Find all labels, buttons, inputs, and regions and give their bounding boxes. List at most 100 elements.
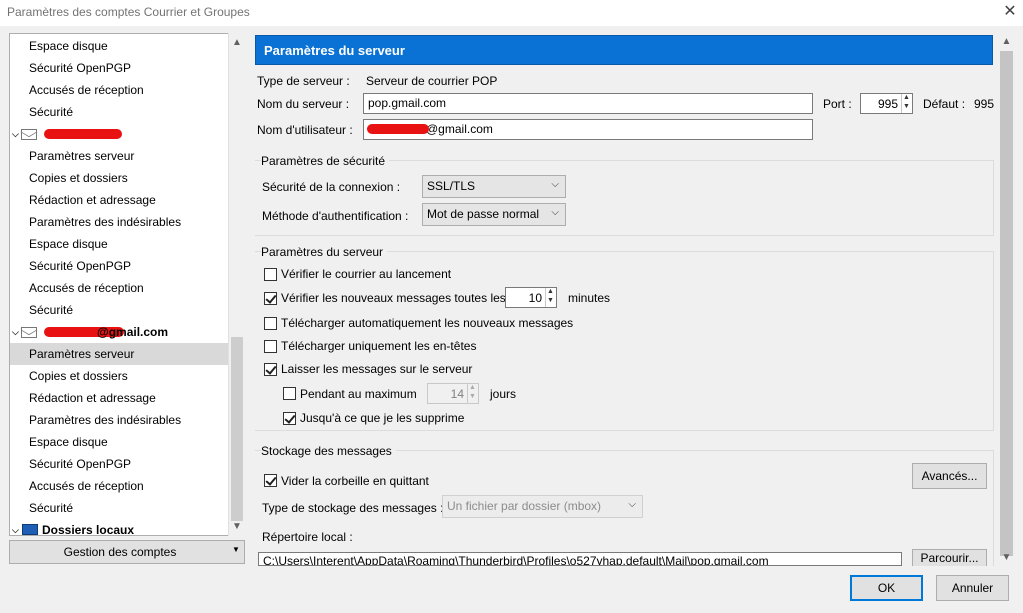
- tree-item[interactable]: Sécurité OpenPGP: [10, 453, 229, 475]
- redaction-mark: [44, 129, 122, 139]
- scroll-thumb[interactable]: [1000, 51, 1013, 556]
- connection-security-select[interactable]: SSL/TLS ⌵: [422, 175, 566, 198]
- chevron-down-icon: ⌵: [628, 499, 636, 510]
- tree-item[interactable]: Accusés de réception: [10, 475, 229, 497]
- username-value: @gmail.com: [426, 122, 493, 136]
- default-port-label: Défaut :: [923, 97, 966, 111]
- auto-download-checkbox[interactable]: [264, 317, 277, 330]
- tree-item[interactable]: Sécurité: [10, 299, 229, 321]
- manage-accounts-label: Gestion des comptes: [63, 545, 177, 559]
- tree-scrollbar[interactable]: ▲ ▼: [228, 33, 245, 536]
- storage-type-label: Type de stockage des messages :: [262, 501, 444, 515]
- tree-item[interactable]: Paramètres des indésirables: [10, 211, 229, 233]
- local-dir-label: Répertoire local :: [262, 530, 353, 544]
- tree-item[interactable]: Copies et dossiers: [10, 167, 229, 189]
- auto-download-label[interactable]: Télécharger automatiquement les nouveaux…: [281, 316, 573, 330]
- tree-item[interactable]: Accusés de réception: [10, 79, 229, 101]
- scroll-up-arrow-icon[interactable]: ▲: [229, 34, 245, 51]
- storage-type-value: Un fichier par dossier (mbox): [447, 499, 602, 513]
- scroll-up-arrow-icon[interactable]: ▲: [998, 33, 1015, 50]
- tree-item[interactable]: Sécurité: [10, 497, 229, 519]
- tree-item[interactable]: Paramètres serveur: [10, 145, 229, 167]
- tree-item[interactable]: Paramètres des indésirables: [10, 409, 229, 431]
- headers-only-label[interactable]: Télécharger uniquement les en-têtes: [281, 339, 476, 353]
- tree-item[interactable]: Sécurité OpenPGP: [10, 57, 229, 79]
- browse-button[interactable]: Parcourir...: [912, 549, 987, 566]
- username-field[interactable]: @gmail.com: [363, 119, 813, 140]
- max-days-label[interactable]: Pendant au maximum: [300, 387, 417, 401]
- scroll-down-arrow-icon[interactable]: ▼: [229, 518, 245, 535]
- manage-accounts-button[interactable]: Gestion des comptes ▼: [9, 540, 245, 564]
- headers-only-checkbox[interactable]: [264, 340, 277, 353]
- tree-item[interactable]: Sécurité OpenPGP: [10, 255, 229, 277]
- stepper-arrows[interactable]: ▲ ▼: [901, 94, 912, 113]
- max-days-unit: jours: [490, 387, 517, 401]
- tree-account-label: Dossiers locaux: [42, 523, 135, 536]
- connection-security-value: SSL/TLS: [427, 179, 476, 193]
- chevron-down-icon[interactable]: ⌵: [12, 123, 19, 145]
- chevron-down-icon[interactable]: ⌵: [12, 519, 19, 535]
- title-bar: Paramètres des comptes Courrier et Group…: [0, 0, 1023, 26]
- tree-item[interactable]: Espace disque: [10, 431, 229, 453]
- leave-on-server-checkbox[interactable]: [264, 363, 277, 376]
- storage-type-select: Un fichier par dossier (mbox) ⌵: [442, 495, 643, 518]
- tree-item[interactable]: Copies et dossiers: [10, 365, 229, 387]
- main-scrollbar[interactable]: ▲ ▼: [998, 33, 1015, 566]
- server-name-field[interactable]: pop.gmail.com: [363, 93, 813, 114]
- tree-item[interactable]: Paramètres serveur: [10, 343, 229, 365]
- username-label: Nom d'utilisateur :: [257, 123, 353, 137]
- chevron-down-icon: ⌵: [551, 207, 559, 218]
- tree-account[interactable]: ⌵: [10, 123, 229, 145]
- leave-on-server-label[interactable]: Laisser les messages sur le serveur: [281, 362, 472, 376]
- tree-item[interactable]: Espace disque: [10, 233, 229, 255]
- tree-item[interactable]: Accusés de réception: [10, 277, 229, 299]
- check-interval-stepper[interactable]: 10 ▲ ▼: [505, 287, 557, 308]
- default-port-value: 995: [974, 97, 995, 111]
- account-tree[interactable]: Espace disque Sécurité OpenPGP Accusés de …: [9, 33, 245, 536]
- server-settings-group-title: Paramètres du serveur: [261, 245, 388, 259]
- monitor-icon: [22, 524, 38, 535]
- until-deleted-label[interactable]: Jusqu'à ce que je les supprime: [300, 411, 464, 425]
- server-settings-header: Paramètres du serveur: [255, 35, 993, 65]
- tree-account-label: @gmail.com: [97, 325, 169, 339]
- advanced-button[interactable]: Avancés...: [912, 463, 987, 489]
- check-every-label[interactable]: Vérifier les nouveaux messages toutes le…: [281, 291, 506, 305]
- chevron-down-icon[interactable]: ⌵: [12, 321, 19, 343]
- stepper-arrows[interactable]: ▲ ▼: [545, 288, 556, 307]
- ok-button[interactable]: OK: [850, 575, 923, 601]
- port-stepper[interactable]: 995 ▲ ▼: [860, 93, 913, 114]
- tree-item[interactable]: Espace disque: [10, 35, 229, 57]
- tree-account[interactable]: ⌵ @gmail.com: [10, 321, 229, 343]
- server-name-label: Nom du serveur :: [257, 97, 350, 111]
- server-type-value: Serveur de courrier POP: [366, 74, 498, 88]
- close-icon[interactable]: ✕: [998, 1, 1022, 25]
- port-label: Port :: [823, 97, 852, 111]
- until-deleted-checkbox[interactable]: [283, 412, 296, 425]
- max-days-checkbox[interactable]: [283, 387, 296, 400]
- check-interval-value: 10: [528, 291, 542, 305]
- redaction-mark: [367, 124, 429, 134]
- stepper-arrows: ▲ ▼: [467, 384, 478, 403]
- security-group-title: Paramètres de sécurité: [261, 154, 390, 168]
- check-on-startup-label[interactable]: Vérifier le courrier au lancement: [281, 267, 451, 281]
- server-type-label: Type de serveur :: [257, 74, 350, 88]
- empty-trash-checkbox[interactable]: [264, 474, 277, 487]
- tree-local-folders[interactable]: ⌵ Dossiers locaux: [10, 519, 229, 536]
- check-every-checkbox[interactable]: [264, 292, 277, 305]
- check-on-startup-checkbox[interactable]: [264, 268, 277, 281]
- cancel-button[interactable]: Annuler: [936, 575, 1009, 601]
- dropdown-arrow-icon: ▼: [232, 545, 240, 554]
- max-days-stepper: 14 ▲ ▼: [427, 383, 479, 404]
- auth-method-select[interactable]: Mot de passe normal ⌵: [422, 203, 566, 226]
- storage-group-title: Stockage des messages: [261, 444, 396, 458]
- check-interval-unit: minutes: [568, 291, 611, 305]
- empty-trash-label[interactable]: Vider la corbeille en quittant: [281, 474, 429, 488]
- chevron-down-icon: ⌵: [551, 179, 559, 190]
- tree-item[interactable]: Rédaction et adressage: [10, 387, 229, 409]
- auth-method-label: Méthode d'authentification :: [262, 209, 409, 223]
- local-dir-field[interactable]: C:\Users\Interent\AppData\Roaming\Thunde…: [258, 552, 902, 566]
- tree-item[interactable]: Sécurité: [10, 101, 229, 123]
- scroll-down-arrow-icon[interactable]: ▼: [998, 549, 1015, 566]
- tree-item[interactable]: Rédaction et adressage: [10, 189, 229, 211]
- scroll-thumb[interactable]: [231, 337, 243, 521]
